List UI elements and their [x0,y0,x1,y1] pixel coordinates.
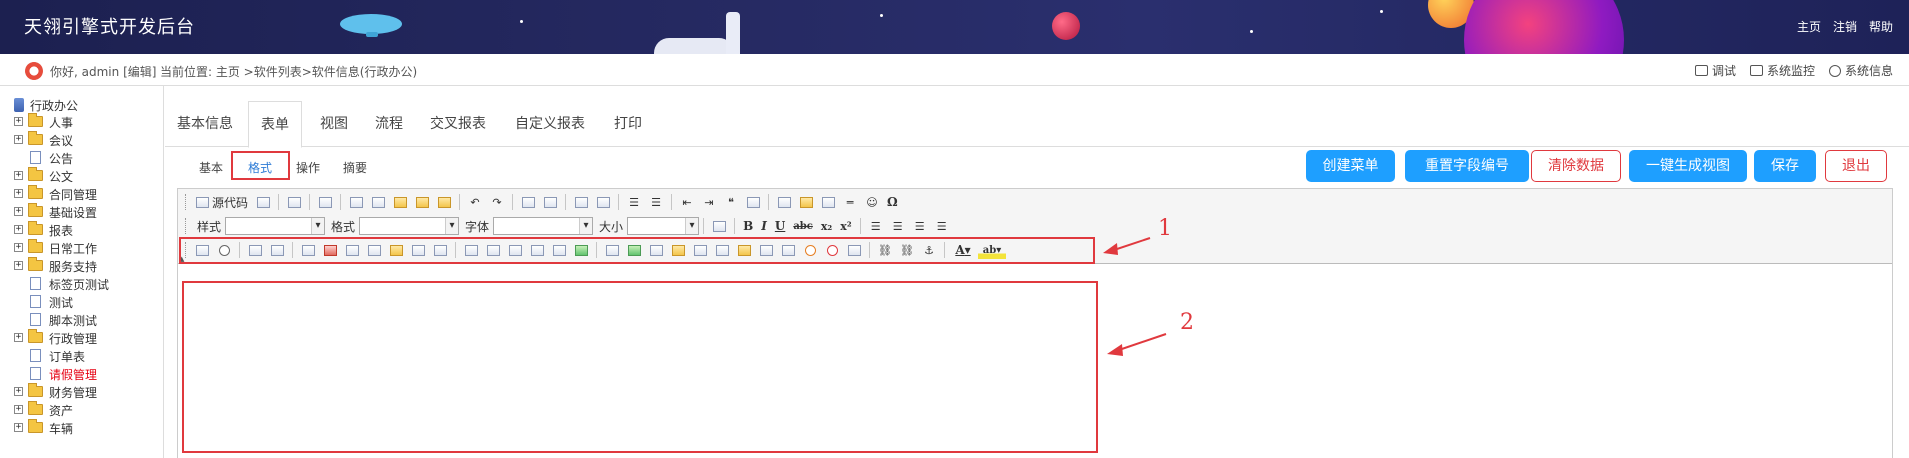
annotation-number-1: 1 [1158,216,1172,241]
annotation-arrowhead-2 [1107,344,1123,356]
annotation-arrowhead-1 [1103,243,1118,255]
annotation-arrows [1103,237,1167,356]
annotation-number-2: 2 [1180,310,1194,335]
